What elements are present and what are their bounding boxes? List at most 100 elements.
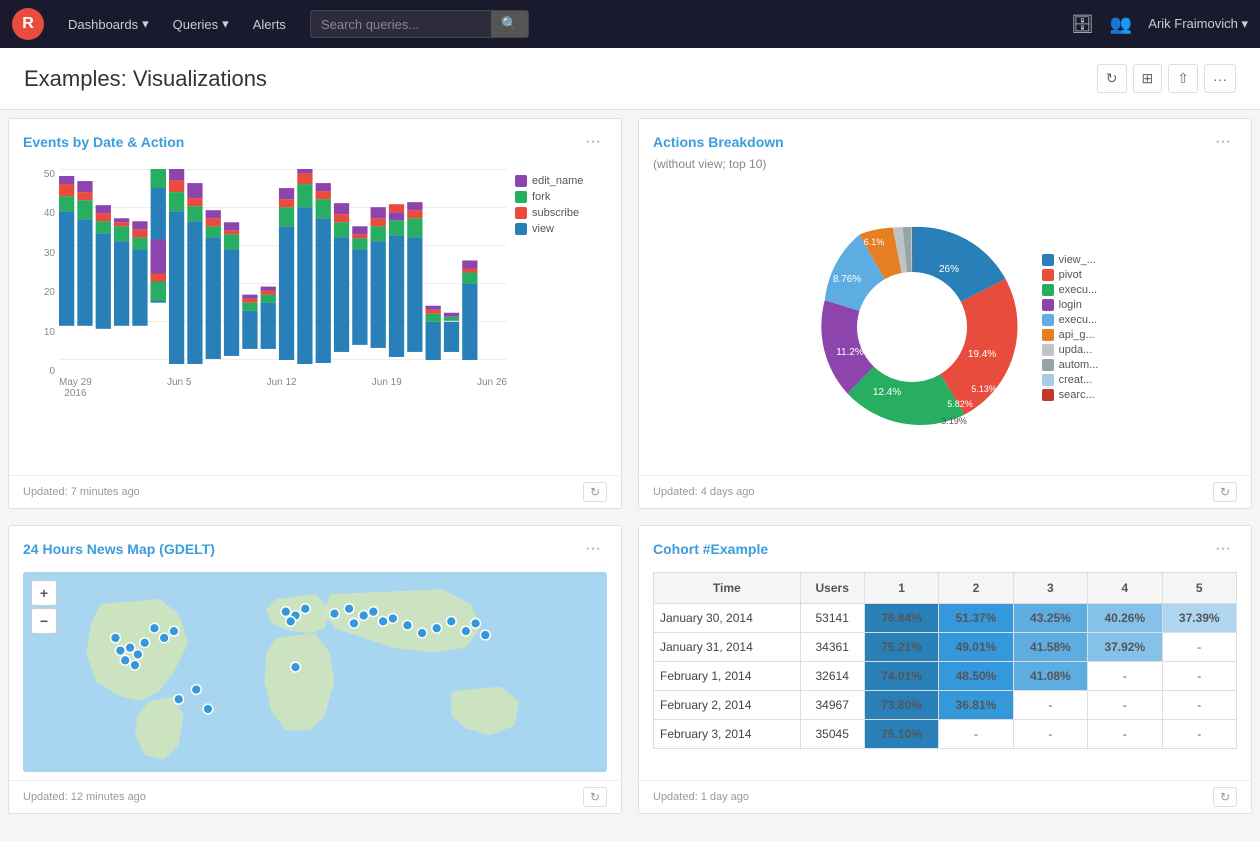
events-chart-footer: Updated: 7 minutes ago ↻ (9, 475, 621, 508)
donut-legend-pivot: pivot (1042, 269, 1099, 281)
donut-legend-label-execu2: execu... (1059, 314, 1098, 326)
chart-y-axis: 50 40 30 20 10 0 (23, 165, 59, 405)
news-map-refresh-button[interactable]: ↻ (583, 787, 607, 807)
cohort-footer: Updated: 1 day ago ↻ (639, 780, 1251, 813)
page-actions: ↻ ⊞ ⇧ ··· (1097, 64, 1236, 93)
donut-legend-label-view: view_... (1059, 254, 1096, 266)
map-zoom-out-button[interactable]: − (31, 608, 57, 634)
cohort-refresh-button[interactable]: ↻ (1213, 787, 1237, 807)
dashboards-nav[interactable]: Dashboards ▾ (60, 12, 157, 36)
donut-legend-autom: autom... (1042, 359, 1099, 371)
queries-arrow-icon: ▾ (222, 16, 229, 32)
y-label-0: 0 (23, 366, 55, 377)
events-chart-refresh-button[interactable]: ↻ (583, 482, 607, 502)
legend-color-edit-name (515, 175, 527, 187)
share-button[interactable]: ⇧ (1168, 64, 1198, 93)
news-map-menu-button[interactable]: ··· (579, 538, 607, 560)
user-menu[interactable]: Arik Fraimovich ▾ (1148, 16, 1248, 32)
donut-legend-color-searc (1042, 389, 1054, 401)
row3-users: 32614 (800, 662, 864, 691)
users-icon[interactable]: 👥 (1110, 14, 1132, 35)
x-label-jun12: Jun 12 (267, 377, 297, 405)
actions-breakdown-refresh-button[interactable]: ↻ (1213, 482, 1237, 502)
actions-breakdown-header: Actions Breakdown ··· (639, 119, 1251, 157)
search-button[interactable]: 🔍 (491, 11, 528, 37)
legend-label-subscribe: subscribe (532, 207, 579, 219)
actions-breakdown-footer: Updated: 4 days ago ↻ (639, 475, 1251, 508)
row2-val3: 41.58% (1013, 633, 1087, 662)
col-1: 1 (864, 573, 938, 604)
cohort-title: Cohort #Example (653, 541, 768, 557)
x-label-may29: May 292016 (59, 377, 92, 405)
row1-val4: 40.26% (1088, 604, 1162, 633)
cohort-table: Time Users 1 2 3 4 5 January 30, 2014 53… (653, 572, 1237, 749)
donut-legend-label-login: login (1059, 299, 1082, 311)
alerts-nav[interactable]: Alerts (245, 13, 294, 36)
row5-time: February 3, 2014 (654, 720, 801, 749)
y-label-20: 20 (23, 287, 55, 298)
col-5: 5 (1162, 573, 1236, 604)
news-map-footer: Updated: 12 minutes ago ↻ (9, 780, 621, 813)
row3-val5: - (1162, 662, 1236, 691)
search-input[interactable] (311, 12, 491, 37)
donut-legend-color-creat (1042, 374, 1054, 386)
news-map-body: + − (9, 564, 621, 780)
logo-letter: R (22, 15, 34, 33)
page-title: Examples: Visualizations (24, 66, 267, 92)
donut-legend-color-pivot (1042, 269, 1054, 281)
app-logo: R (12, 8, 44, 40)
donut-legend-label-execu1: execu... (1059, 284, 1098, 296)
donut-legend-color-view (1042, 254, 1054, 266)
row1-val5: 37.39% (1162, 604, 1236, 633)
events-chart-updated: Updated: 7 minutes ago (23, 486, 140, 498)
legend-label-edit-name: edit_name (532, 175, 583, 187)
pct-execu2: 8.76% (832, 274, 860, 285)
news-map-header: 24 Hours News Map (GDELT) ··· (9, 526, 621, 564)
x-label-jun19: Jun 19 (372, 377, 402, 405)
navbar: R Dashboards ▾ Queries ▾ Alerts 🔍 🗄 👥 Ar… (0, 0, 1260, 48)
world-map-svg (23, 572, 607, 772)
more-button[interactable]: ··· (1204, 64, 1236, 93)
username: Arik Fraimovich (1148, 16, 1238, 31)
actions-breakdown-subtitle: (without view; top 10) (639, 157, 1251, 179)
pct-creat: 3.19% (941, 416, 967, 426)
events-chart-menu-button[interactable]: ··· (579, 131, 607, 153)
donut-legend-creat: creat... (1042, 374, 1099, 386)
donut-legend-apig: api_g... (1042, 329, 1099, 341)
refresh-button[interactable]: ↻ (1097, 64, 1127, 93)
row2-val4: 37.92% (1088, 633, 1162, 662)
table-row: February 1, 2014 32614 74.01% 48.50% 41.… (654, 662, 1237, 691)
y-label-50: 50 (23, 169, 55, 180)
actions-breakdown-updated: Updated: 4 days ago (653, 486, 755, 498)
news-map-widget: 24 Hours News Map (GDELT) ··· + − (8, 525, 622, 814)
y-label-10: 10 (23, 327, 55, 338)
row2-users: 34361 (800, 633, 864, 662)
donut-legend-color-apig (1042, 329, 1054, 341)
dashboard: Events by Date & Action ··· 50 40 30 20 … (0, 110, 1260, 822)
donut-chart-container: 26% 19.4% 12.4% 11.2% 8.76% 6.1% 5.82% 5… (653, 187, 1237, 467)
bars-svg (59, 169, 507, 364)
events-chart-body: 50 40 30 20 10 0 (9, 157, 621, 475)
donut-legend-color-execu2 (1042, 314, 1054, 326)
table-row: February 2, 2014 34967 73.80% 36.81% - -… (654, 691, 1237, 720)
donut-legend: view_... pivot execu... login (1042, 254, 1099, 401)
row3-val2: 48.50% (939, 662, 1013, 691)
expand-button[interactable]: ⊞ (1133, 64, 1163, 93)
donut-legend-label-autom: autom... (1059, 359, 1099, 371)
row2-val1: 75.21% (864, 633, 938, 662)
actions-breakdown-body: 26% 19.4% 12.4% 11.2% 8.76% 6.1% 5.82% 5… (639, 179, 1251, 475)
pct-view: 26% (939, 264, 959, 275)
row2-val5: - (1162, 633, 1236, 662)
cohort-menu-button[interactable]: ··· (1209, 538, 1237, 560)
pct-upda: 5.82% (947, 399, 973, 409)
navbar-right: 🗄 👥 Arik Fraimovich ▾ (1071, 14, 1248, 35)
actions-breakdown-widget: Actions Breakdown ··· (without view; top… (638, 118, 1252, 509)
row1-val2: 51.37% (939, 604, 1013, 633)
map-zoom-in-button[interactable]: + (31, 580, 57, 606)
queries-nav[interactable]: Queries ▾ (165, 12, 237, 36)
events-chart-header: Events by Date & Action ··· (9, 119, 621, 157)
actions-breakdown-menu-button[interactable]: ··· (1209, 131, 1237, 153)
database-icon[interactable]: 🗄 (1071, 14, 1094, 35)
legend-color-fork (515, 191, 527, 203)
row4-users: 34967 (800, 691, 864, 720)
